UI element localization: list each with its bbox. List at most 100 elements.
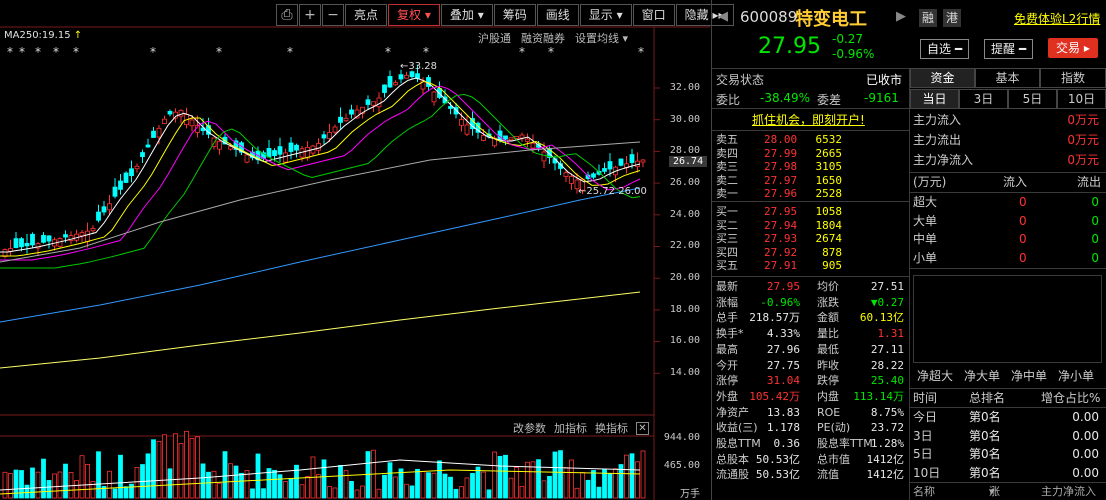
volume-bar bbox=[431, 472, 437, 499]
ma-settings-link[interactable]: 设置均线 ▾ bbox=[575, 30, 628, 46]
toolbar-btn-display[interactable]: 显示 ▾ bbox=[579, 4, 632, 26]
quote-label: 流值 bbox=[817, 468, 839, 482]
alert-button[interactable]: 提醒 ━ bbox=[984, 39, 1034, 59]
kline-chart-area[interactable]: * * * * * * * * * * * * * ⎙ + − 亮点 复权 ▾ 叠加 ▾ 筹码 画线 显… bbox=[0, 0, 734, 500]
zoom-in-icon[interactable]: + bbox=[299, 4, 321, 26]
quote-value: 218.57万 bbox=[749, 311, 800, 325]
volume-bar bbox=[184, 430, 189, 499]
y-tick-label: 32.00 bbox=[669, 82, 700, 93]
vol-unit-label: 万手 bbox=[680, 489, 700, 500]
rank-pct: 0.00 bbox=[1072, 428, 1099, 443]
tab-fund[interactable]: 资金 bbox=[910, 68, 975, 88]
candle-body bbox=[19, 238, 24, 248]
candle-body bbox=[569, 175, 574, 184]
edit-params-link[interactable]: 改参数 bbox=[513, 420, 546, 436]
volume-bar bbox=[173, 433, 178, 499]
volume-bar bbox=[272, 469, 277, 499]
tab-5d[interactable]: 5日 bbox=[1008, 89, 1057, 109]
prev-stock-icon[interactable]: ◀ bbox=[718, 9, 728, 24]
candle-body bbox=[338, 116, 343, 123]
screenshot-icon[interactable]: ⎙ bbox=[276, 4, 298, 26]
volume-bar bbox=[129, 483, 134, 499]
quote-value: ▼0.27 bbox=[870, 295, 904, 309]
quote-row: 收益(三) 1.178 PE(动) 23.72 bbox=[716, 420, 906, 435]
quote-value: 1.178 bbox=[766, 421, 800, 435]
quote-value: 27.11 bbox=[870, 342, 904, 356]
orderbook-price: 27.97 bbox=[764, 173, 798, 187]
orderbook-level-label: 卖五 bbox=[716, 133, 738, 146]
add-indicator-link[interactable]: 加指标 bbox=[554, 420, 587, 436]
main-flow-row: 主力净流入 0万元 bbox=[913, 151, 1103, 169]
margin-badge: 融 bbox=[919, 9, 937, 27]
quote-label: 涨幅 bbox=[716, 295, 738, 309]
margin-link[interactable]: 融资融券 bbox=[521, 30, 565, 46]
close-icon[interactable]: ✕ bbox=[636, 421, 649, 435]
toolbar-btn-overlay[interactable]: 叠加 ▾ bbox=[440, 4, 493, 26]
volume-bar bbox=[74, 480, 79, 499]
volume-bar bbox=[222, 451, 228, 499]
volume-bar bbox=[442, 473, 448, 499]
fund-row-in: 0 bbox=[1019, 250, 1027, 265]
volume-bar bbox=[46, 480, 52, 499]
next-stock-icon[interactable]: ▶ bbox=[896, 9, 906, 24]
quote-row: 总股本 50.53亿 总市值 1412亿 bbox=[716, 452, 906, 467]
zoom-out-icon[interactable]: − bbox=[322, 4, 344, 26]
volume-bar bbox=[349, 480, 354, 499]
candle-body bbox=[277, 146, 283, 155]
orderbook-price: 27.91 bbox=[764, 259, 798, 272]
tab-basic[interactable]: 基本 bbox=[975, 68, 1040, 88]
volume-bar bbox=[475, 466, 481, 499]
orderbook-level-label: 卖四 bbox=[716, 146, 738, 160]
volume-bar bbox=[486, 489, 492, 499]
quote-value: 23.72 bbox=[870, 421, 904, 435]
volume-bar bbox=[162, 434, 167, 499]
quote-row: 今开 27.75 昨收 28.22 bbox=[716, 358, 906, 373]
hsgt-link[interactable]: 沪股通 bbox=[478, 30, 511, 46]
switch-indicator-link[interactable]: 换指标 bbox=[595, 420, 628, 436]
stock-code: 600089 bbox=[740, 8, 798, 26]
rank-row: 5日 第0名 0.00 bbox=[913, 445, 1103, 463]
quote-value: -0.96% bbox=[760, 295, 800, 309]
candle-body bbox=[371, 101, 376, 106]
toolbar-btn-adjust[interactable]: 复权 ▾ bbox=[388, 4, 440, 26]
net-flow-label: 净中单 bbox=[1011, 369, 1048, 383]
candle-body bbox=[448, 106, 453, 109]
volume-bar bbox=[332, 487, 338, 499]
toolbar-btn-highlight[interactable]: 亮点 bbox=[345, 4, 388, 26]
quote-value: 25.40 bbox=[870, 374, 904, 388]
fund-table-row: 中单 0 0 bbox=[913, 230, 1103, 248]
candle-body bbox=[481, 134, 486, 141]
candle-body bbox=[101, 206, 107, 213]
candle-body bbox=[294, 144, 299, 151]
toolbar-btn-chips[interactable]: 筹码 bbox=[493, 4, 536, 26]
open-account-banner[interactable]: 抓住机会，即刻开户! bbox=[752, 111, 865, 128]
quote-label: 昨收 bbox=[817, 358, 839, 372]
quote-label: 涨跌 bbox=[817, 295, 839, 309]
candle-body bbox=[112, 186, 118, 197]
l2-promo-link[interactable]: 免费体验L2行情 bbox=[1014, 10, 1100, 27]
toolbar-btn-draw[interactable]: 画线 bbox=[536, 4, 579, 26]
candle-body bbox=[228, 146, 233, 150]
toolbar-btn-window[interactable]: 窗口 bbox=[632, 4, 675, 26]
net-flow-label: 净小单 bbox=[1058, 369, 1095, 383]
candle-body bbox=[602, 168, 607, 172]
volume-bar bbox=[211, 470, 217, 499]
candle-body bbox=[63, 234, 68, 238]
candle-body bbox=[24, 242, 30, 247]
volume-bar bbox=[536, 459, 541, 499]
tab-3d[interactable]: 3日 bbox=[959, 89, 1008, 109]
add-watchlist-button[interactable]: 自选 ━ bbox=[920, 39, 970, 59]
rank-row: 10日 第0名 0.00 bbox=[913, 464, 1103, 482]
volume-bar bbox=[415, 468, 420, 499]
orderbook-level-label: 买四 bbox=[716, 245, 738, 259]
fund-row-in: 0 bbox=[1019, 213, 1027, 228]
orderbook-price: 27.98 bbox=[764, 160, 798, 173]
candle-body bbox=[46, 235, 52, 242]
tab-index[interactable]: 指数 bbox=[1040, 68, 1106, 88]
quote-value: 0.36 bbox=[773, 437, 801, 450]
tab-10d[interactable]: 10日 bbox=[1057, 89, 1106, 109]
y-tick-label: 30.00 bbox=[669, 114, 700, 125]
tab-today[interactable]: 当日 bbox=[910, 89, 959, 109]
trade-button[interactable]: 交易 ▸ bbox=[1048, 38, 1098, 58]
volume-bar bbox=[596, 486, 602, 499]
